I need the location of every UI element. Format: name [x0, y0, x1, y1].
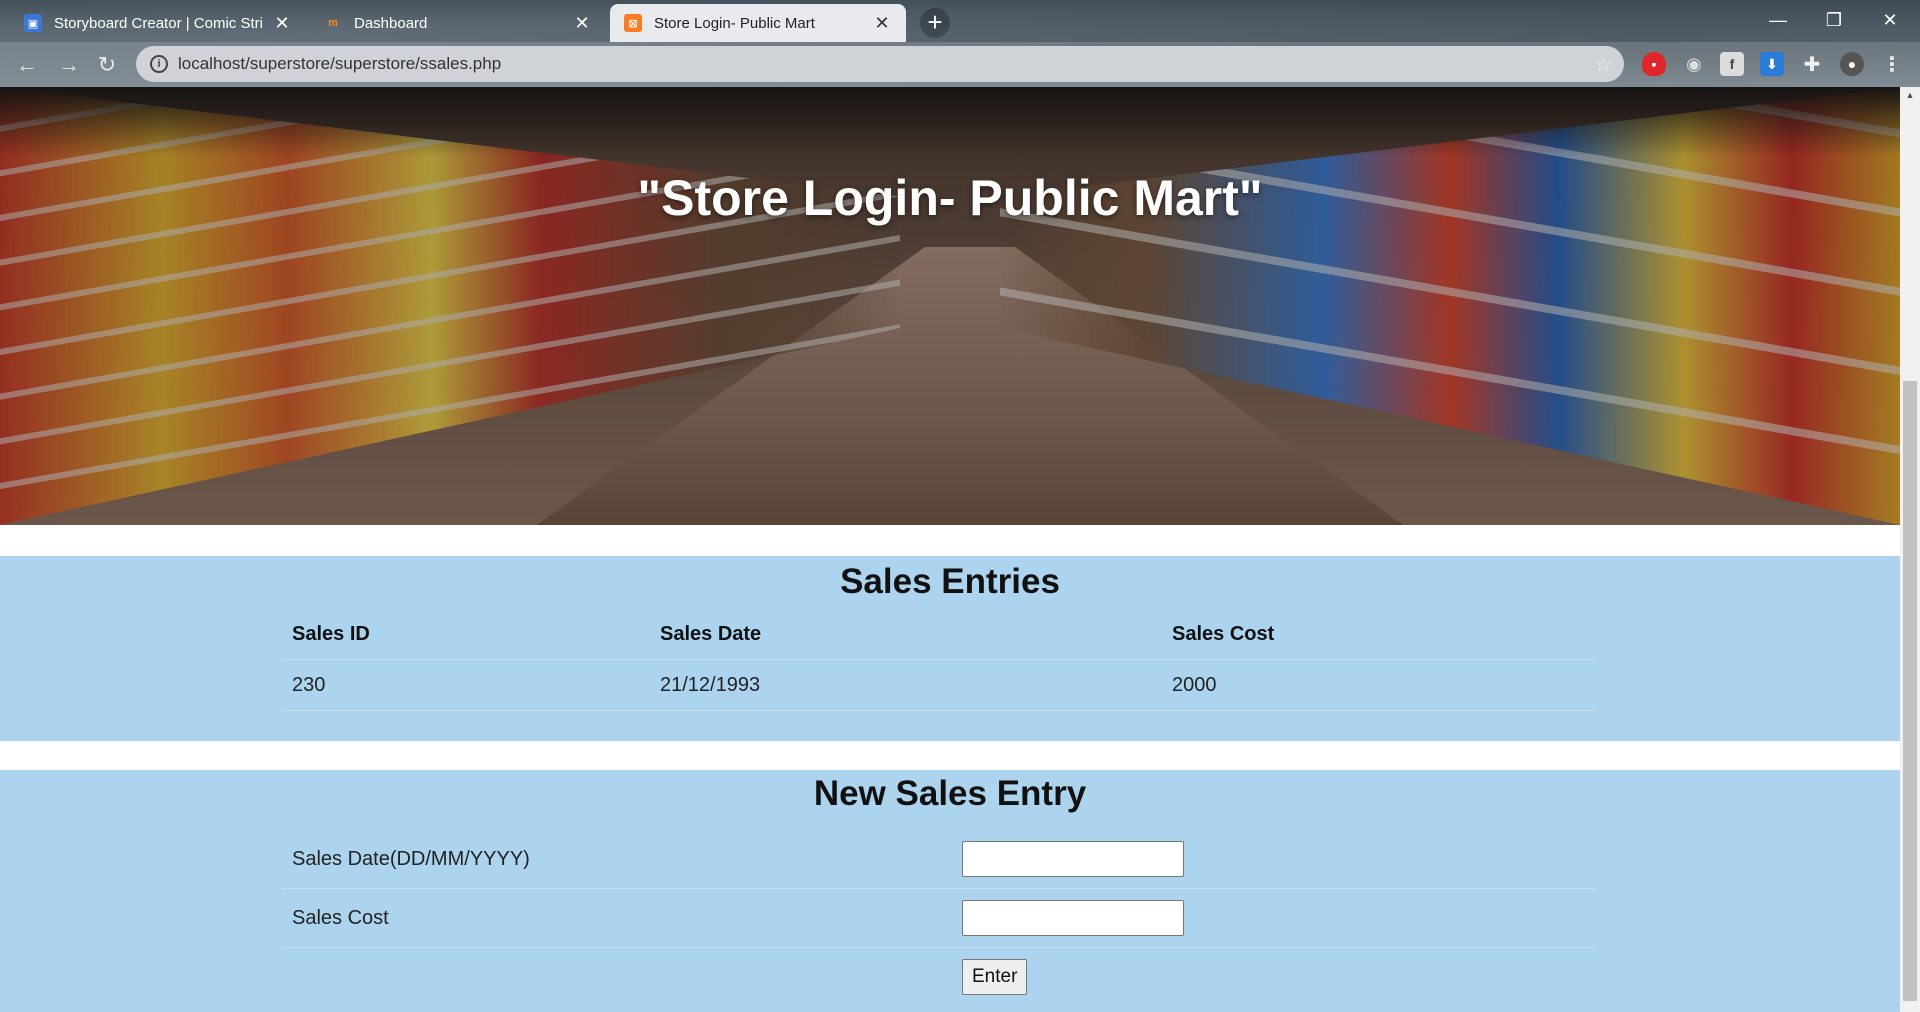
browser-toolbar: ← → ↻ i localhost/superstore/superstore/… [0, 42, 1920, 87]
bookmark-star-icon[interactable]: ☆ [1594, 52, 1612, 77]
new-sales-entry-form: Sales Date(DD/MM/YYYY) Sales Cost Enter [282, 830, 1596, 1006]
close-icon[interactable]: ✕ [572, 13, 592, 34]
form-row-sales-date: Sales Date(DD/MM/YYYY) [282, 830, 1596, 889]
sales-entries-table: Sales ID Sales Date Sales Cost 230 21/12… [282, 610, 1596, 711]
moodle-icon: m [328, 17, 338, 29]
kebab-menu-icon[interactable]: ⋮ [1880, 52, 1904, 76]
shield-extension-icon[interactable]: ▪ [1642, 52, 1666, 76]
sales-cost-cell [962, 900, 1596, 936]
close-icon[interactable]: ✕ [872, 13, 892, 34]
new-sales-entry-section: New Sales Entry Sales Date(DD/MM/YYYY) S… [0, 770, 1900, 1012]
form-row-submit: Enter [282, 948, 1596, 1006]
table-header-row: Sales ID Sales Date Sales Cost [282, 610, 1596, 660]
submit-cell: Enter [962, 959, 1596, 995]
facebook-extension-icon[interactable]: f [1720, 52, 1744, 76]
download-extension-icon[interactable]: ⬇ [1760, 52, 1784, 76]
table-row: 230 21/12/1993 2000 [282, 660, 1596, 711]
sales-cost-label: Sales Cost [292, 906, 389, 929]
page-content: "Store Login- Public Mart" Sales Entries… [0, 87, 1900, 1012]
storyboard-icon: ▣ [24, 14, 42, 32]
sales-date-cell [962, 841, 1596, 877]
avatar[interactable]: ● [1840, 52, 1864, 76]
record-extension-icon[interactable]: ◉ [1682, 52, 1706, 76]
scrollbar-thumb[interactable] [1903, 381, 1917, 1001]
minimize-icon[interactable]: — [1750, 0, 1806, 40]
sales-cost-input[interactable] [962, 900, 1184, 936]
tab-title: Dashboard [354, 14, 428, 32]
tab-store-login[interactable]: ⊠ Store Login- Public Mart ✕ [610, 4, 906, 42]
close-icon[interactable]: ✕ [272, 13, 292, 34]
back-arrow-icon[interactable]: ← [12, 50, 42, 80]
tab-title: Store Login- Public Mart [654, 14, 815, 32]
hero-overlay [0, 87, 1900, 525]
xampp-icon: ⊠ [624, 14, 642, 32]
sales-date-label: Sales Date(DD/MM/YYYY) [292, 847, 530, 870]
tab-strip: ▣ Storyboard Creator | Comic Strip ✕ m D… [0, 0, 1920, 42]
form-row-sales-cost: Sales Cost [282, 889, 1596, 948]
tab-title: Storyboard Creator | Comic Strip [54, 14, 264, 32]
cell-sales-id: 230 [292, 673, 326, 696]
browser-chrome: ▣ Storyboard Creator | Comic Strip ✕ m D… [0, 0, 1920, 87]
enter-button[interactable]: Enter [962, 959, 1028, 995]
cell-sales-date: 21/12/1993 [660, 673, 761, 696]
address-url[interactable]: localhost/superstore/superstore/ssales.p… [178, 54, 501, 74]
scroll-up-icon[interactable]: ▲ [1900, 87, 1920, 104]
sales-entries-heading: Sales Entries [840, 562, 1060, 601]
vertical-scrollbar[interactable]: ▲ [1900, 87, 1920, 1012]
new-sales-entry-heading: New Sales Entry [813, 774, 1087, 813]
column-header-sales-date: Sales Date [660, 623, 762, 645]
column-header-sales-id: Sales ID [292, 623, 370, 645]
site-info-icon[interactable]: i [150, 55, 168, 73]
page-title: "Store Login- Public Mart" [637, 170, 1263, 226]
column-header-sales-cost: Sales Cost [1172, 623, 1275, 645]
tab-storyboard[interactable]: ▣ Storyboard Creator | Comic Strip ✕ [10, 4, 306, 42]
puzzle-extensions-icon[interactable]: ✚ [1800, 52, 1824, 76]
sales-entries-section: Sales Entries Sales ID Sales Date Sales … [0, 556, 1900, 741]
cell-sales-cost: 2000 [1172, 673, 1217, 696]
sales-date-input[interactable] [962, 841, 1184, 877]
tab-dashboard[interactable]: m Dashboard ✕ [310, 4, 606, 42]
forward-arrow-icon[interactable]: → [54, 50, 84, 80]
restore-icon[interactable]: ❐ [1806, 0, 1862, 40]
new-tab-button[interactable]: + [920, 8, 950, 38]
hero-banner: "Store Login- Public Mart" [0, 87, 1900, 525]
address-bar[interactable]: i localhost/superstore/superstore/ssales… [136, 46, 1624, 82]
reload-icon[interactable]: ↻ [92, 50, 122, 80]
close-window-icon[interactable]: ✕ [1862, 0, 1918, 40]
